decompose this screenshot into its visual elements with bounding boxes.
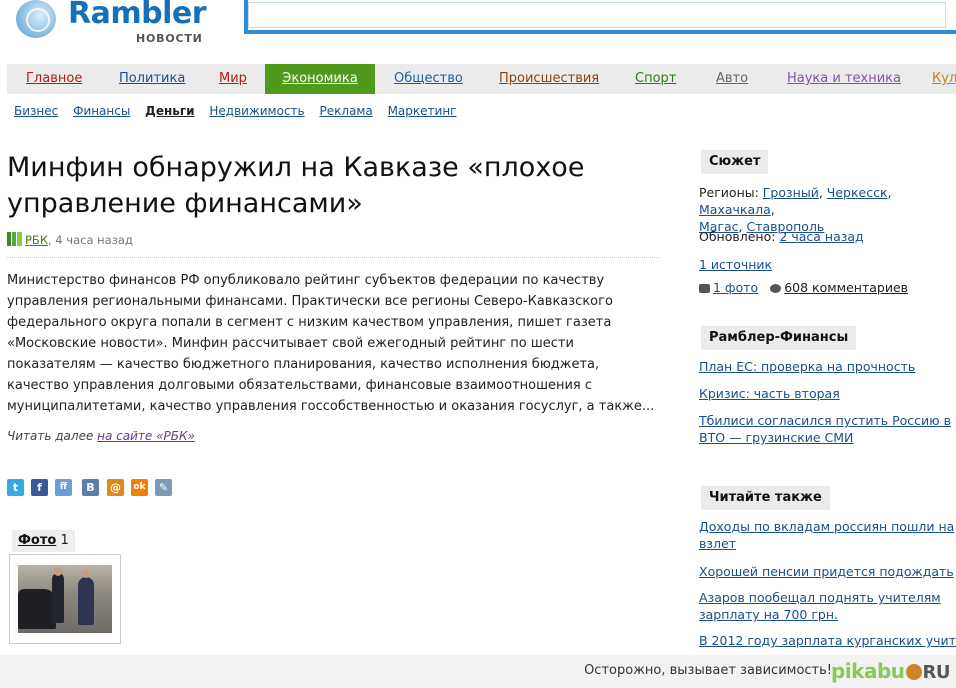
car-shape — [18, 589, 56, 629]
nav-politics[interactable]: Политика — [119, 64, 185, 94]
region-link[interactable]: Грозный — [763, 185, 819, 200]
facebook-icon[interactable]: f — [31, 479, 48, 496]
subnav-finance[interactable]: Финансы — [73, 104, 130, 118]
camera-icon — [699, 284, 710, 293]
also-link[interactable]: Азаров пообещал поднять учителям зарплат… — [699, 590, 941, 622]
read-more-prefix: Читать далее — [7, 429, 98, 443]
updated-link[interactable]: 2 часа назад — [779, 229, 863, 244]
source-link[interactable]: РБК — [25, 233, 48, 247]
finance-link-item: Кризис: часть вторая — [699, 385, 956, 402]
pikabu-logo-domain: RU — [922, 662, 951, 683]
nav-culture[interactable]: Кул — [932, 64, 956, 94]
search-input[interactable] — [248, 2, 946, 28]
person-shape — [78, 577, 94, 625]
friendfeed-icon[interactable]: ff — [55, 479, 72, 496]
person-head — [54, 567, 62, 576]
also-link-item: Хорошей пенсии придется подождать — [699, 563, 956, 580]
finance-link[interactable]: Кризис: часть вторая — [699, 386, 840, 401]
logo-subtitle: НОВОСТИ — [136, 32, 203, 45]
read-more: Читать далее на сайте «РБК» — [7, 429, 195, 443]
nav-economy[interactable]: Экономика — [265, 64, 375, 94]
finance-link[interactable]: Тбилиси согласился пустить Россию в ВТО … — [699, 413, 951, 445]
comments-link[interactable]: 608 комментариев — [784, 280, 908, 295]
also-link[interactable]: В 2012 году зарплата курганских учителей — [699, 633, 956, 648]
finance-link[interactable]: План ЕС: проверка на прочность — [699, 359, 915, 374]
pikabu-logo-text: pikabu — [830, 659, 905, 683]
subnav-money[interactable]: Деньги — [145, 104, 194, 118]
pikabu-slogan: Осторожно, вызывает зависимость! — [584, 663, 832, 678]
comment-icon — [770, 284, 782, 293]
rbk-source-icon — [7, 232, 22, 246]
odnoklassniki-icon[interactable]: ok — [131, 479, 148, 496]
subnav-marketing[interactable]: Маркетинг — [388, 104, 457, 118]
person-head — [82, 569, 90, 578]
person-shape — [52, 573, 64, 623]
finance-link-item: План ЕС: проверка на прочность — [699, 358, 956, 375]
nav-main[interactable]: Главное — [26, 64, 82, 94]
search-box — [244, 0, 956, 34]
nav-society[interactable]: Общество — [394, 64, 463, 94]
vkontakte-icon[interactable]: В — [82, 479, 99, 496]
story-sources: 1 источник — [699, 256, 956, 273]
main-nav: Главное Политика Мир Экономика Общество … — [7, 64, 956, 94]
nav-science[interactable]: Наука и техника — [787, 64, 901, 94]
sub-nav: Бизнес Финансы Деньги Недвижимость Рекла… — [14, 104, 467, 118]
photo-tab-link[interactable]: Фото — [18, 533, 56, 548]
also-link[interactable]: Доходы по вкладам россиян пошли на взлет — [699, 519, 954, 551]
subnav-business[interactable]: Бизнес — [14, 104, 58, 118]
photo-count-link[interactable]: 1 фото — [713, 280, 758, 295]
also-heading: Читайте также — [701, 486, 830, 510]
story-stats: 1 фото 608 комментариев — [699, 279, 956, 296]
subnav-advertising[interactable]: Реклама — [319, 104, 372, 118]
pikabu-logo: pikabu RU — [830, 659, 951, 683]
photo-thumbnail[interactable] — [9, 554, 121, 644]
nav-sport[interactable]: Спорт — [635, 64, 676, 94]
also-link[interactable]: Хорошей пенсии придется подождать — [699, 564, 954, 579]
article-title: Минфин обнаружил на Кавказе «плохое упра… — [7, 152, 585, 219]
photo-tab: Фото 1 — [12, 530, 75, 552]
sources-link[interactable]: 1 источник — [699, 257, 772, 272]
article-body: Министерство финансов РФ опубликовало ре… — [7, 273, 655, 414]
logo-text: Rambler — [68, 0, 207, 31]
mailru-icon[interactable]: @ — [107, 479, 124, 496]
story-heading: Сюжет — [701, 150, 769, 174]
article-source-row: РБК, 4 часа назад — [7, 232, 659, 258]
twitter-icon[interactable]: t — [7, 479, 24, 496]
photo-image — [18, 565, 112, 633]
livejournal-icon[interactable]: ✎ — [155, 479, 172, 496]
nav-world[interactable]: Мир — [219, 64, 247, 94]
pikabu-bar: Осторожно, вызывает зависимость! pikabu R… — [0, 655, 956, 688]
region-link[interactable]: Черкесск — [827, 185, 888, 200]
region-link[interactable]: Махачкала — [699, 202, 771, 217]
finance-link-item: Тбилиси согласился пустить Россию в ВТО … — [699, 412, 956, 446]
also-link-item: Азаров пообещал поднять учителям зарплат… — [699, 589, 956, 623]
rambler-globe-icon — [16, 0, 56, 38]
updated-label: Обновлено: — [699, 229, 780, 244]
regions-label: Регионы: — [699, 185, 763, 200]
nut-icon — [905, 664, 922, 680]
nav-auto[interactable]: Авто — [716, 64, 748, 94]
nav-incidents[interactable]: Происшествия — [499, 64, 599, 94]
rambler-logo[interactable]: Rambler НОВОСТИ — [16, 0, 216, 45]
story-updated: Обновлено: 2 часа назад — [699, 228, 956, 245]
article-time: , 4 часа назад — [48, 233, 133, 247]
subnav-realty[interactable]: Недвижимость — [209, 104, 304, 118]
finance-heading: Рамблер-Финансы — [701, 326, 857, 350]
photo-count: 1 — [60, 533, 69, 548]
read-more-link[interactable]: на сайте «РБК» — [97, 429, 195, 443]
also-link-item: Доходы по вкладам россиян пошли на взлет — [699, 518, 956, 552]
also-link-item: В 2012 году зарплата курганских учителей — [699, 632, 956, 649]
